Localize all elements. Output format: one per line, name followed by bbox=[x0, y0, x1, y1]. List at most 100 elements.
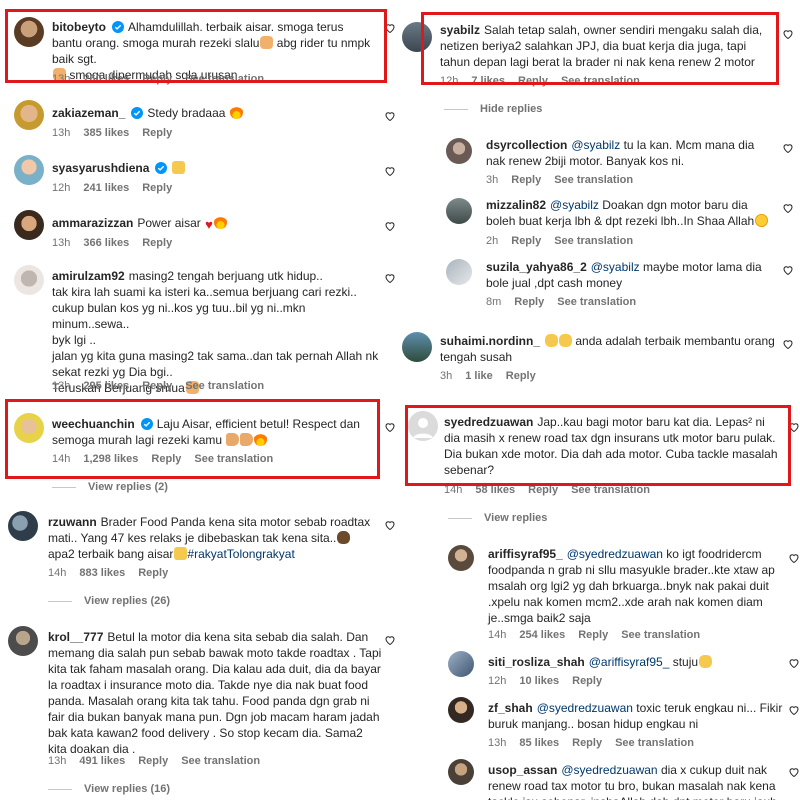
like-heart-icon[interactable] bbox=[788, 657, 800, 669]
comment-username[interactable]: ammarazizzan bbox=[52, 216, 133, 230]
reply-button[interactable]: Reply bbox=[151, 453, 181, 465]
like-heart-icon[interactable] bbox=[782, 338, 794, 350]
reply-button[interactable]: Reply bbox=[142, 73, 172, 85]
like-heart-icon[interactable] bbox=[384, 22, 396, 34]
mention-link[interactable]: @ariffisyraf95_ bbox=[589, 655, 670, 669]
view-replies-button[interactable]: View replies (16) bbox=[48, 783, 170, 795]
mention-link[interactable]: @syabilz bbox=[550, 198, 599, 212]
comment-likes[interactable]: 85 likes bbox=[519, 737, 559, 749]
comment-likes[interactable]: 1,298 likes bbox=[83, 453, 138, 465]
hide-replies-button[interactable]: Hide replies bbox=[444, 103, 542, 115]
reply-button[interactable]: Reply bbox=[528, 484, 558, 496]
mention-link[interactable]: @syabilz bbox=[571, 138, 620, 152]
reply-button[interactable]: Reply bbox=[142, 127, 172, 139]
reply-button[interactable]: Reply bbox=[511, 174, 541, 186]
reply-button[interactable]: Reply bbox=[138, 755, 168, 767]
like-heart-icon[interactable] bbox=[788, 552, 800, 564]
avatar[interactable] bbox=[446, 138, 472, 164]
comment-username[interactable]: ariffisyraf95_ bbox=[488, 547, 563, 561]
mention-link[interactable]: @syedredzuawan bbox=[537, 701, 633, 715]
mention-link[interactable]: @syedredzuawan bbox=[561, 763, 657, 777]
like-heart-icon[interactable] bbox=[788, 766, 800, 778]
comment-username[interactable]: bitobeyto bbox=[52, 20, 106, 34]
reply-button[interactable]: Reply bbox=[514, 296, 544, 308]
like-heart-icon[interactable] bbox=[782, 264, 794, 276]
comment-username[interactable]: suhaimi.nordinn_ bbox=[440, 334, 540, 348]
reply-button[interactable]: Reply bbox=[142, 380, 172, 392]
comment-username[interactable]: dsyrcollection bbox=[486, 138, 567, 152]
avatar[interactable] bbox=[14, 413, 44, 443]
view-replies-button[interactable]: View replies bbox=[448, 512, 547, 524]
comment-username[interactable]: mizzalin82 bbox=[486, 198, 546, 212]
like-heart-icon[interactable] bbox=[788, 704, 800, 716]
avatar[interactable] bbox=[448, 545, 474, 571]
reply-button[interactable]: Reply bbox=[518, 75, 548, 87]
comment-likes[interactable]: 491 likes bbox=[79, 755, 125, 767]
comment-likes[interactable]: 254 likes bbox=[519, 629, 565, 641]
view-replies-button[interactable]: View replies (2) bbox=[52, 481, 168, 493]
comment-username[interactable]: siti_rosliza_shah bbox=[488, 655, 585, 669]
avatar[interactable] bbox=[8, 626, 38, 656]
comment-username[interactable]: syedredzuawan bbox=[444, 415, 533, 429]
reply-button[interactable]: Reply bbox=[138, 567, 168, 579]
comment-username[interactable]: suzila_yahya86_2 bbox=[486, 260, 587, 274]
avatar[interactable] bbox=[14, 265, 44, 295]
avatar[interactable] bbox=[446, 259, 472, 285]
avatar[interactable] bbox=[446, 198, 472, 224]
like-heart-icon[interactable] bbox=[384, 220, 396, 232]
mention-link[interactable]: @syabilz bbox=[591, 260, 640, 274]
reply-button[interactable]: Reply bbox=[506, 370, 536, 382]
comment-username[interactable]: rzuwann bbox=[48, 515, 97, 529]
see-translation-button[interactable]: See translation bbox=[615, 737, 694, 749]
comment-likes[interactable]: 7 likes bbox=[471, 75, 505, 87]
like-heart-icon[interactable] bbox=[384, 165, 396, 177]
like-heart-icon[interactable] bbox=[782, 202, 794, 214]
avatar[interactable] bbox=[448, 759, 474, 785]
comment-username[interactable]: weechuanchin bbox=[52, 417, 135, 431]
like-heart-icon[interactable] bbox=[788, 421, 800, 433]
comment-username[interactable]: syasyarushdiena bbox=[52, 161, 149, 175]
like-heart-icon[interactable] bbox=[384, 634, 396, 646]
mention-link[interactable]: @syedredzuawan bbox=[567, 547, 663, 561]
see-translation-button[interactable]: See translation bbox=[554, 235, 633, 247]
comment-username[interactable]: amirulzam92 bbox=[52, 269, 125, 283]
view-replies-button[interactable]: View replies (26) bbox=[48, 595, 170, 607]
see-translation-button[interactable]: See translation bbox=[185, 380, 264, 392]
avatar[interactable] bbox=[14, 100, 44, 130]
comment-likes[interactable]: 883 likes bbox=[79, 567, 125, 579]
avatar[interactable] bbox=[14, 210, 44, 240]
hashtag-link[interactable]: #rakyatTolongrakyat bbox=[187, 547, 294, 561]
see-translation-button[interactable]: See translation bbox=[194, 453, 273, 465]
reply-button[interactable]: Reply bbox=[572, 737, 602, 749]
comment-likes[interactable]: 385 likes bbox=[83, 127, 129, 139]
see-translation-button[interactable]: See translation bbox=[561, 75, 640, 87]
comment-likes[interactable]: 10 likes bbox=[519, 675, 559, 687]
comment-username[interactable]: zakiazeman_ bbox=[52, 106, 125, 120]
like-heart-icon[interactable] bbox=[384, 272, 396, 284]
see-translation-button[interactable]: See translation bbox=[181, 755, 260, 767]
comment-likes[interactable]: 366 likes bbox=[83, 237, 129, 249]
like-heart-icon[interactable] bbox=[384, 421, 396, 433]
see-translation-button[interactable]: See translation bbox=[571, 484, 650, 496]
comment-likes[interactable]: 260 likes bbox=[83, 73, 129, 85]
see-translation-button[interactable]: See translation bbox=[185, 73, 264, 85]
comment-likes[interactable]: 1 like bbox=[465, 370, 493, 382]
reply-button[interactable]: Reply bbox=[142, 237, 172, 249]
reply-button[interactable]: Reply bbox=[578, 629, 608, 641]
avatar[interactable] bbox=[14, 17, 44, 47]
like-heart-icon[interactable] bbox=[782, 28, 794, 40]
comment-username[interactable]: zf_shah bbox=[488, 701, 533, 715]
avatar[interactable] bbox=[448, 697, 474, 723]
like-heart-icon[interactable] bbox=[782, 142, 794, 154]
comment-username[interactable]: usop_assan bbox=[488, 763, 557, 777]
comment-username[interactable]: syabilz bbox=[440, 23, 480, 37]
comment-likes[interactable]: 295 likes bbox=[83, 380, 129, 392]
like-heart-icon[interactable] bbox=[384, 519, 396, 531]
avatar[interactable] bbox=[402, 332, 432, 362]
see-translation-button[interactable]: See translation bbox=[557, 296, 636, 308]
avatar[interactable] bbox=[8, 511, 38, 541]
reply-button[interactable]: Reply bbox=[572, 675, 602, 687]
avatar[interactable] bbox=[14, 155, 44, 185]
like-heart-icon[interactable] bbox=[384, 110, 396, 122]
reply-button[interactable]: Reply bbox=[511, 235, 541, 247]
